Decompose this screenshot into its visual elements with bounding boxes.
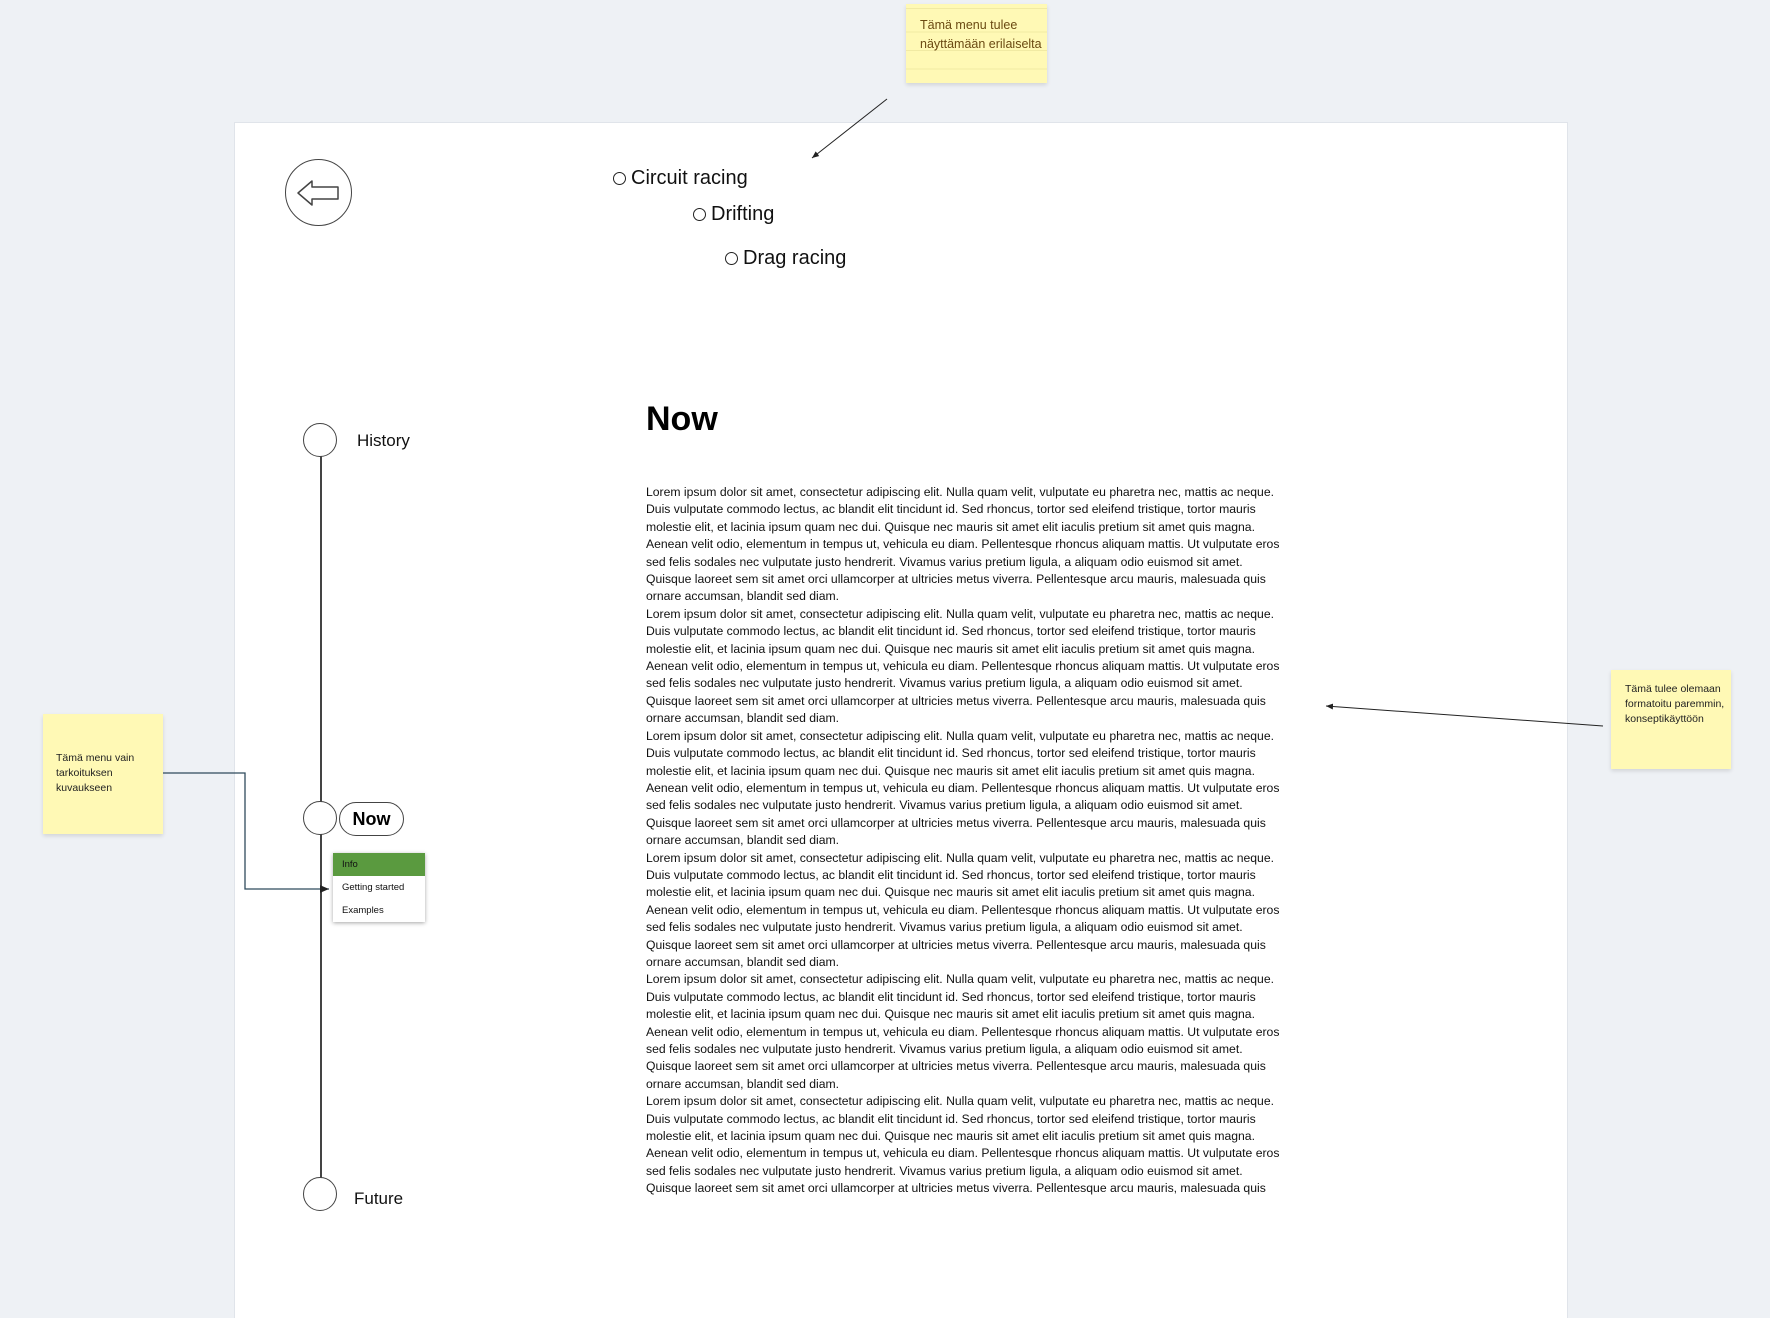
arrow-left-note	[163, 772, 329, 893]
arrow-right-note	[1325, 703, 1604, 727]
annotation-arrows	[163, 98, 1604, 893]
arrow-top-note	[811, 98, 888, 159]
